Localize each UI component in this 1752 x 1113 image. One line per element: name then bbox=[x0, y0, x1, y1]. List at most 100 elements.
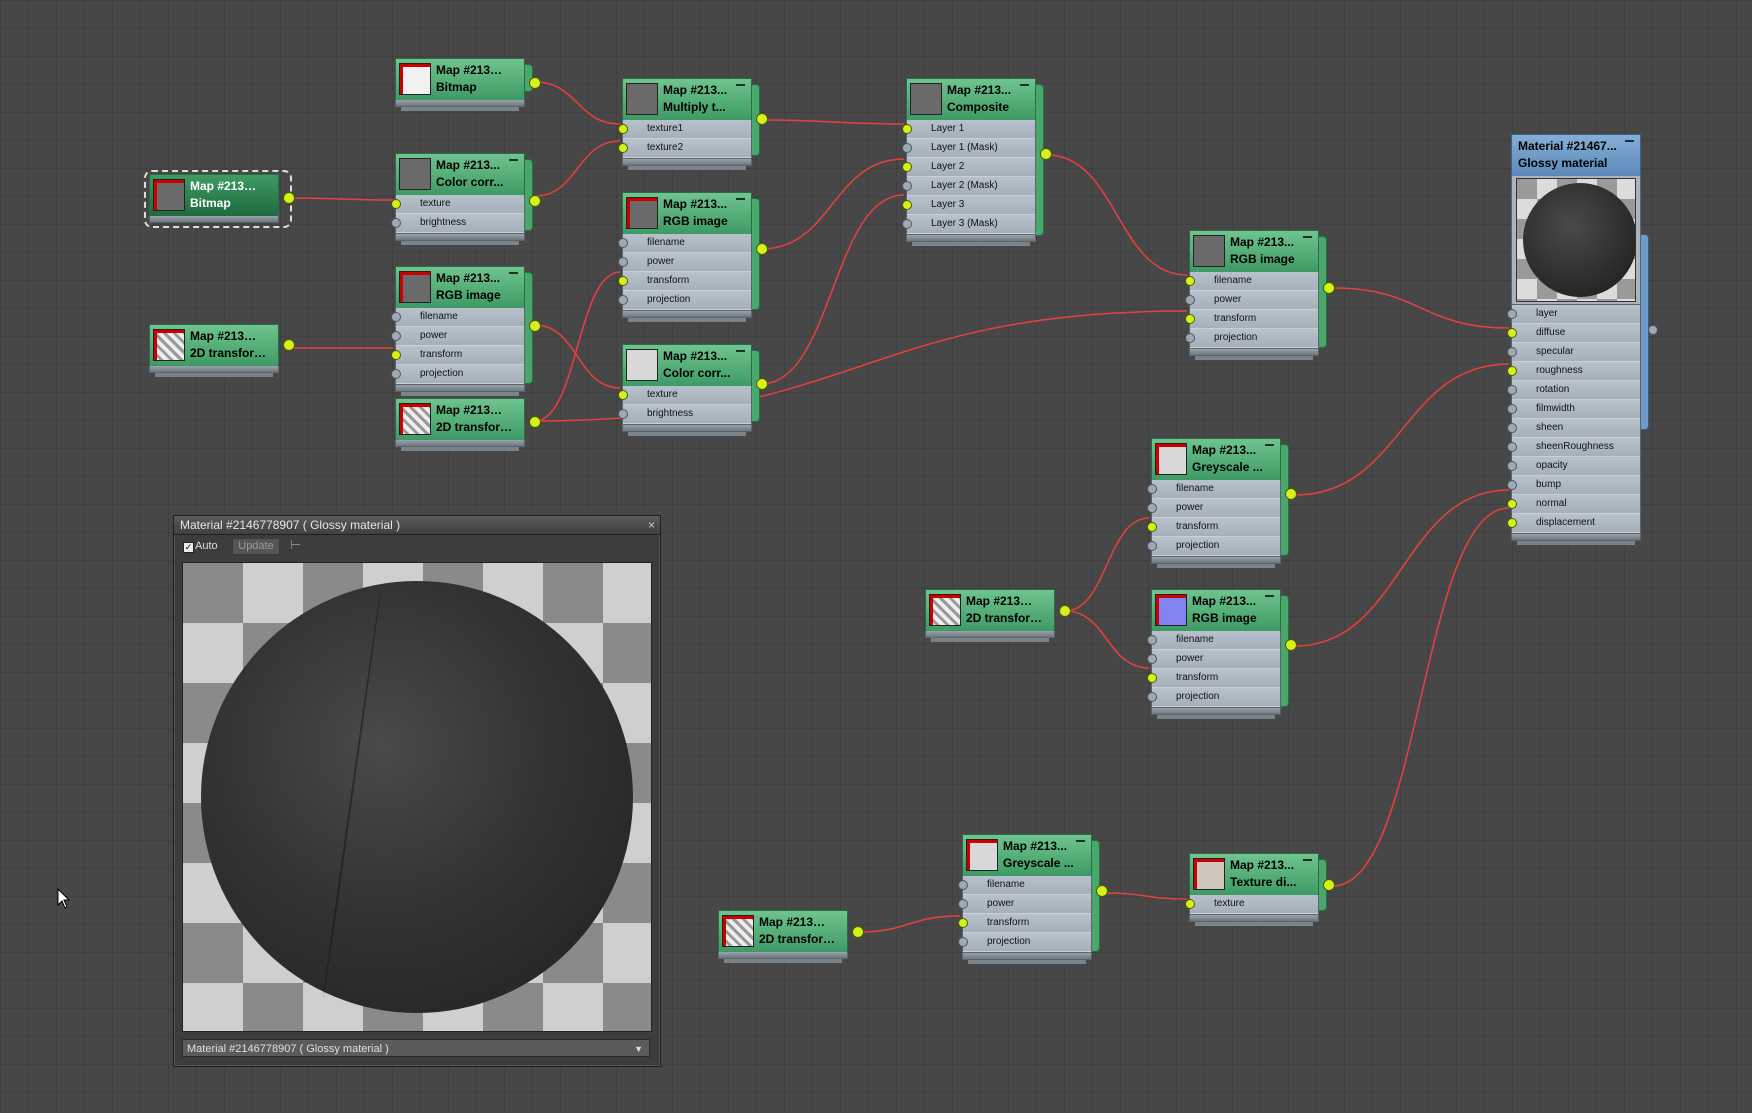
slot-sheen[interactable]: sheen bbox=[1507, 419, 1640, 438]
slot-projection[interactable]: projection bbox=[1147, 688, 1280, 707]
slot-normal[interactable]: normal bbox=[1507, 495, 1640, 514]
node-bitmap-selected[interactable]: Map #213862... Bitmap bbox=[149, 174, 295, 223]
minimize-icon[interactable] bbox=[509, 272, 518, 274]
slot-filename[interactable]: filename bbox=[618, 234, 751, 253]
slot-texture2[interactable]: texture2 bbox=[618, 139, 751, 158]
material-dropdown[interactable]: Material #2146778907 ( Glossy material )… bbox=[182, 1039, 650, 1057]
output-socket[interactable] bbox=[852, 926, 864, 938]
slot-transform[interactable]: transform bbox=[618, 272, 751, 291]
node-greyscale-1[interactable]: Map #213... Greyscale ... filename power… bbox=[1147, 438, 1297, 568]
output-socket[interactable] bbox=[1096, 885, 1108, 897]
connection-wire[interactable] bbox=[1294, 489, 1510, 647]
connection-wire[interactable] bbox=[288, 197, 394, 201]
minimize-icon[interactable] bbox=[1303, 236, 1312, 238]
update-button[interactable]: Update bbox=[232, 538, 280, 555]
slot-projection[interactable]: projection bbox=[618, 291, 751, 310]
slot-projection[interactable]: projection bbox=[958, 933, 1091, 952]
minimize-icon[interactable] bbox=[1020, 84, 1029, 86]
node-rgb-image-3[interactable]: Map #213... RGB image filename power tra… bbox=[1185, 230, 1335, 360]
output-socket[interactable] bbox=[1285, 488, 1297, 500]
slot-texture1[interactable]: texture1 bbox=[618, 120, 751, 139]
slot-diffuse[interactable]: diffuse bbox=[1507, 324, 1640, 343]
minimize-icon[interactable] bbox=[1625, 140, 1634, 142]
slot-power[interactable]: power bbox=[618, 253, 751, 272]
slot-transform[interactable]: transform bbox=[958, 914, 1091, 933]
slot-layer-2-mask[interactable]: Layer 2 (Mask) bbox=[902, 177, 1035, 196]
slot-filename[interactable]: filename bbox=[1147, 480, 1280, 499]
connection-wire[interactable] bbox=[1103, 892, 1188, 900]
node-glossy-material[interactable]: Material #21467... Glossy material layer… bbox=[1507, 134, 1658, 545]
node-2d-transform-3[interactable]: Map #213862... 2D transform... bbox=[925, 589, 1071, 642]
minimize-icon[interactable] bbox=[509, 159, 518, 161]
node-rgb-image-normal[interactable]: Map #213... RGB image filename power tra… bbox=[1147, 589, 1297, 719]
connection-wire[interactable] bbox=[1046, 154, 1188, 276]
connection-wire[interactable] bbox=[760, 119, 905, 125]
slot-projection[interactable]: projection bbox=[1185, 329, 1318, 348]
slot-power[interactable]: power bbox=[1147, 650, 1280, 669]
connection-wire[interactable] bbox=[1294, 363, 1510, 496]
minimize-icon[interactable] bbox=[736, 84, 745, 86]
slot-brightness[interactable]: brightness bbox=[618, 405, 751, 424]
slot-roughness[interactable]: roughness bbox=[1507, 362, 1640, 381]
slot-transform[interactable]: transform bbox=[1185, 310, 1318, 329]
output-socket[interactable] bbox=[529, 416, 541, 428]
slot-layer-1-mask[interactable]: Layer 1 (Mask) bbox=[902, 139, 1035, 158]
connection-wire[interactable] bbox=[1332, 507, 1510, 887]
slot-brightness[interactable]: brightness bbox=[391, 214, 524, 233]
node-multiply[interactable]: Map #213... Multiply t... texture1 textu… bbox=[618, 78, 768, 170]
output-socket[interactable] bbox=[1648, 325, 1658, 335]
slot-layer-1[interactable]: Layer 1 bbox=[902, 120, 1035, 139]
slot-projection[interactable]: projection bbox=[1147, 537, 1280, 556]
preview-titlebar[interactable]: Material #2146778907 ( Glossy material )… bbox=[174, 516, 660, 535]
slot-layer-2[interactable]: Layer 2 bbox=[902, 158, 1035, 177]
slot-rotation[interactable]: rotation bbox=[1507, 381, 1640, 400]
node-greyscale-2[interactable]: Map #213... Greyscale ... filename power… bbox=[958, 834, 1108, 964]
output-socket[interactable] bbox=[1059, 605, 1071, 617]
connection-wire[interactable] bbox=[534, 140, 621, 197]
close-icon[interactable]: × bbox=[648, 516, 655, 534]
slot-sheen-roughness[interactable]: sheenRoughness bbox=[1507, 438, 1640, 457]
pin-icon[interactable]: ⊢ bbox=[290, 537, 301, 553]
minimize-icon[interactable] bbox=[1265, 595, 1274, 597]
slot-texture[interactable]: texture bbox=[618, 386, 751, 405]
output-socket[interactable] bbox=[1323, 879, 1335, 891]
node-rgb-image-1[interactable]: Map #213... RGB image filename power tra… bbox=[391, 266, 541, 396]
node-rgb-image-2[interactable]: Map #213... RGB image filename power tra… bbox=[618, 192, 768, 322]
slot-power[interactable]: power bbox=[1147, 499, 1280, 518]
node-2d-transform-2[interactable]: Map #213862... 2D transform... bbox=[395, 398, 541, 451]
slot-transform[interactable]: transform bbox=[1147, 518, 1280, 537]
node-composite[interactable]: Map #213... Composite Layer 1 Layer 1 (M… bbox=[902, 78, 1052, 246]
slot-displacement[interactable]: displacement bbox=[1507, 514, 1640, 533]
node-2d-transform-1[interactable]: Map #213862... 2D transform... bbox=[149, 324, 295, 377]
output-socket[interactable] bbox=[283, 339, 295, 351]
output-socket[interactable] bbox=[529, 195, 541, 207]
slot-power[interactable]: power bbox=[1185, 291, 1318, 310]
node-texture-displacement[interactable]: Map #213... Texture di... texture bbox=[1185, 853, 1335, 926]
connection-wire[interactable] bbox=[534, 81, 621, 125]
slot-projection[interactable]: projection bbox=[391, 365, 524, 384]
minimize-icon[interactable] bbox=[1303, 859, 1312, 861]
output-socket[interactable] bbox=[756, 378, 768, 390]
node-bitmap-top[interactable]: Map #213862... Bitmap bbox=[395, 58, 541, 111]
material-preview-window[interactable]: Material #2146778907 ( Glossy material )… bbox=[173, 515, 661, 1067]
connection-wire[interactable] bbox=[1064, 517, 1150, 612]
connection-wire[interactable] bbox=[760, 194, 905, 385]
slot-texture[interactable]: texture bbox=[1185, 895, 1318, 914]
slot-power[interactable]: power bbox=[958, 895, 1091, 914]
slot-texture[interactable]: texture bbox=[391, 195, 524, 214]
auto-checkbox[interactable]: ✓ bbox=[183, 542, 194, 553]
connection-wire[interactable] bbox=[760, 158, 905, 250]
connection-wire[interactable] bbox=[1064, 610, 1150, 669]
connection-wire[interactable] bbox=[1332, 287, 1510, 329]
output-socket[interactable] bbox=[529, 320, 541, 332]
connection-wire[interactable] bbox=[534, 324, 621, 389]
slot-layer-3-mask[interactable]: Layer 3 (Mask) bbox=[902, 215, 1035, 234]
slot-opacity[interactable]: opacity bbox=[1507, 457, 1640, 476]
slot-filename[interactable]: filename bbox=[1147, 631, 1280, 650]
output-socket[interactable] bbox=[283, 192, 295, 204]
output-socket[interactable] bbox=[1323, 282, 1335, 294]
minimize-icon[interactable] bbox=[736, 198, 745, 200]
node-color-correction-1[interactable]: Map #213... Color corr... texture bright… bbox=[391, 153, 541, 245]
slot-filmwidth[interactable]: filmwidth bbox=[1507, 400, 1640, 419]
slot-filename[interactable]: filename bbox=[391, 308, 524, 327]
